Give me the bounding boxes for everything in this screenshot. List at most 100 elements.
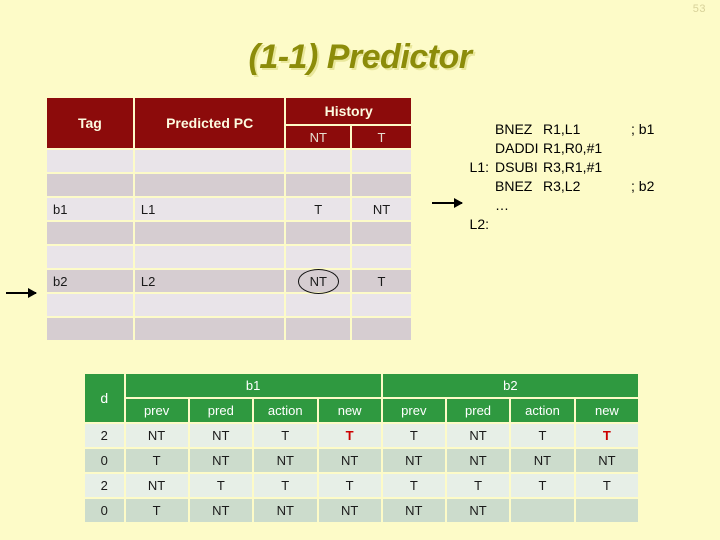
trace-cell-b2-new [575, 499, 638, 522]
btb-table-row [47, 294, 411, 316]
code-comment: ; b2 [631, 178, 655, 194]
trace-cell-b2-action: T [511, 424, 574, 447]
btb-header-row-1: Tag Predicted PC History [47, 98, 411, 148]
trace-table-head: d b1 b2 prev pred action new prev pred action ne… [85, 374, 638, 422]
code-label: L2: [469, 216, 489, 232]
trace-subheader-b1-pred: pred [189, 399, 252, 422]
btb-cell-predicted-pc [134, 318, 285, 340]
btb-cell-predicted-pc: L2 [134, 270, 285, 292]
trace-subheader-b2-prev: prev [382, 399, 445, 422]
code-line: BNEZ R1,L1 ; b1 [455, 120, 654, 139]
btb-cell-tag: b2 [47, 270, 133, 292]
code-opcode: BNEZ [495, 121, 533, 137]
trace-cell-b1-new: T [318, 474, 381, 497]
trace-group-header-b2: b2 [382, 374, 638, 397]
trace-cell-b2-action [511, 499, 574, 522]
btb-cell-tag [47, 150, 133, 172]
trace-subheader-b1-prev: prev [125, 399, 188, 422]
btb-cell-tag [47, 318, 133, 340]
trace-cell-b1-action: T [253, 424, 317, 447]
ellipse-annotation-icon [297, 268, 339, 294]
trace-subheader-b1-action: action [253, 399, 317, 422]
trace-subheader-row: prev pred action new prev pred action new [85, 399, 638, 422]
btb-cell-history-t [352, 150, 411, 172]
btb-cell-history-t: NT [352, 198, 411, 220]
btb-cell-predicted-pc [134, 150, 285, 172]
btb-cell-history-t: T [352, 270, 411, 292]
pointer-arrow-code-line [432, 198, 463, 208]
trace-table-row: 2 NT NT T T T NT T T [85, 424, 638, 447]
circled-annotation: NT [297, 268, 339, 294]
trace-cell-b1-prev: NT [125, 474, 188, 497]
trace-cell-b2-prev: T [382, 474, 445, 497]
branch-target-buffer-table: Tag Predicted PC History NT T b1 L1 T NT b2 L… [45, 96, 413, 342]
trace-cell-b1-new: NT [318, 499, 381, 522]
code-operands: R1,R0,#1 [543, 140, 603, 156]
trace-table-body: 2 NT NT T T T NT T T 0 T NT NT NT NT NT NT NT 2 NT T T T T T T T 0 T… [85, 424, 638, 522]
btb-table-head: Tag Predicted PC History NT T [47, 98, 411, 148]
btb-table-row [47, 174, 411, 196]
trace-subheader-b2-action: action [511, 399, 574, 422]
trace-cell-d: 2 [85, 474, 124, 497]
btb-cell-history-nt [286, 294, 351, 316]
code-line: DADDI R1,R0,#1 [455, 139, 654, 158]
btb-cell-history-t [352, 246, 411, 268]
btb-header-predicted-pc: Predicted PC [134, 98, 285, 148]
trace-cell-b1-prev: T [125, 499, 188, 522]
btb-cell-history-nt [286, 174, 351, 196]
btb-cell-history-nt: T [286, 198, 351, 220]
trace-subheader-b2-pred: pred [446, 399, 510, 422]
btb-cell-history-t [352, 294, 411, 316]
btb-cell-predicted-pc [134, 174, 285, 196]
trace-table-row: 2 NT T T T T T T T [85, 474, 638, 497]
page-number: 53 [692, 3, 706, 15]
slide-title: (1-1) Predictor [248, 38, 473, 76]
btb-cell-predicted-pc: L1 [134, 198, 285, 220]
btb-cell-history-nt [286, 150, 351, 172]
trace-cell-d: 0 [85, 449, 124, 472]
trace-cell-b2-new: NT [575, 449, 638, 472]
code-line: … [455, 196, 654, 215]
trace-cell-b1-pred: NT [189, 424, 252, 447]
btb-header-history-nt: NT [286, 126, 351, 148]
btb-cell-history-nt [286, 222, 351, 244]
trace-cell-b1-prev: T [125, 449, 188, 472]
trace-cell-b1-pred: NT [189, 449, 252, 472]
trace-header-d: d [85, 374, 124, 422]
pointer-arrow-b2-row [6, 288, 37, 298]
btb-table-row: b2 L2 NT T [47, 268, 411, 294]
trace-cell-b2-pred: NT [446, 499, 510, 522]
code-opcode: … [495, 197, 509, 213]
trace-cell-d: 0 [85, 499, 124, 522]
trace-table-row: 0 T NT NT NT NT NT [85, 499, 638, 522]
btb-header-history: History [286, 98, 411, 124]
code-line: BNEZ R3,L2 ; b2 [455, 177, 654, 196]
trace-subheader-b2-new: new [575, 399, 638, 422]
code-line: L1: DSUBI R3,R1,#1 [455, 158, 654, 177]
trace-cell-b2-pred: T [446, 474, 510, 497]
trace-cell-b1-prev: NT [125, 424, 188, 447]
trace-cell-b2-new: T [575, 474, 638, 497]
trace-group-header-b1: b1 [125, 374, 381, 397]
btb-cell-tag [47, 222, 133, 244]
btb-cell-tag: b1 [47, 198, 133, 220]
btb-cell-predicted-pc [134, 246, 285, 268]
btb-cell-tag [47, 174, 133, 196]
btb-cell-history-nt: NT [286, 268, 351, 294]
code-label: L1: [469, 159, 489, 175]
code-opcode: DADDI [495, 140, 539, 156]
btb-cell-history-nt [286, 246, 351, 268]
btb-table-row [47, 150, 411, 172]
trace-table-row: 0 T NT NT NT NT NT NT NT [85, 449, 638, 472]
prediction-trace-table: d b1 b2 prev pred action new prev pred action ne… [83, 372, 640, 524]
btb-table-body: b1 L1 T NT b2 L2 NT T [47, 150, 411, 340]
trace-cell-b1-pred: NT [189, 499, 252, 522]
trace-cell-b2-action: T [511, 474, 574, 497]
code-operands: R3,L2 [543, 178, 581, 194]
btb-cell-predicted-pc [134, 222, 285, 244]
btb-header-history-t: T [352, 126, 411, 148]
btb-cell-tag [47, 294, 133, 316]
trace-cell-b2-prev: NT [382, 449, 445, 472]
btb-cell-predicted-pc [134, 294, 285, 316]
code-operands: R3,R1,#1 [543, 159, 603, 175]
